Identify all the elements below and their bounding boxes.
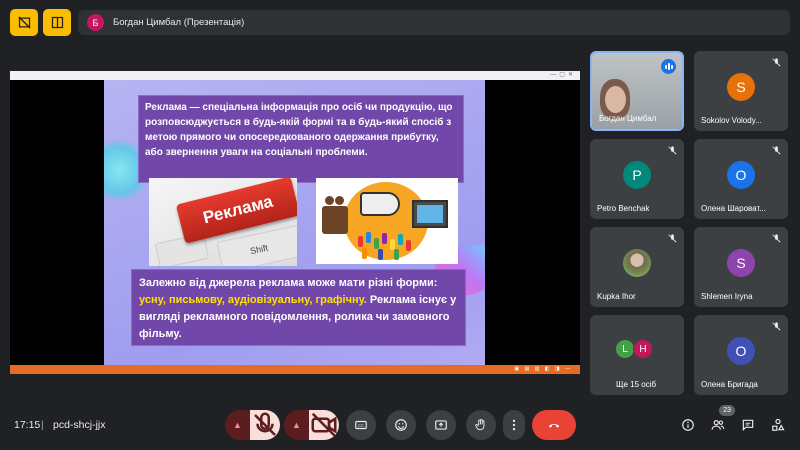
advertising-illustration (316, 178, 458, 264)
hang-up-icon (548, 423, 560, 428)
present-screen-icon (435, 420, 447, 430)
hand-icon (475, 418, 485, 431)
captions-button[interactable]: CC (346, 410, 376, 440)
reactions-button[interactable] (386, 410, 416, 440)
film-projector-icon (322, 196, 348, 234)
audio-options-button[interactable]: ▲ (225, 410, 250, 440)
definition-text: Реклама — спеціальна інформація про осіб… (145, 102, 453, 158)
chevron-up-icon: ▲ (233, 420, 242, 430)
mic-off-icon (254, 412, 276, 436)
video-options-button[interactable]: ▲ (284, 410, 309, 440)
participant-name: Олена Шароват... (701, 204, 766, 213)
participant-avatar: P (623, 161, 651, 189)
shift-key-label: Shift (249, 242, 269, 257)
hide-tiles-button[interactable] (10, 9, 38, 36)
hide-tiles-icon (17, 16, 31, 29)
participant-avatar: L (615, 339, 635, 359)
forms-text: Залежно від джерела реклама може мати рі… (139, 275, 458, 343)
forms-intro: Залежно від джерела реклама може мати рі… (139, 277, 438, 289)
reklama-key-label: Реклама (201, 191, 275, 228)
presentation-taskbar: ▣ ▤ ▥ ◧ ◨ — (10, 365, 580, 374)
people-button[interactable] (710, 417, 726, 433)
mic-off-icon (772, 322, 781, 331)
raise-hand-button[interactable] (466, 410, 496, 440)
presenter-avatar: Б (87, 14, 104, 31)
forms-highlight: усну, письмову, аудіовізуальну, графічну… (139, 294, 367, 306)
people-icon (711, 420, 725, 430)
activities-button[interactable] (770, 417, 786, 433)
chat-icon (742, 419, 754, 432)
presentation-slide: Реклама — спеціальна інформація про осіб… (104, 80, 485, 365)
participant-tile-olena-b[interactable]: О Олена Бригада (694, 315, 788, 395)
camera-control: ▲ (284, 410, 339, 440)
participant-avatar: S (727, 73, 755, 101)
svg-text:CC: CC (358, 423, 364, 428)
taskbar-icons: ▣ ▤ ▥ ◧ ◨ — (514, 366, 572, 372)
participant-tile-olena-sh[interactable]: О Олена Шароват... (694, 139, 788, 219)
panel-icon (51, 16, 63, 29)
chevron-up-icon: ▲ (292, 420, 301, 430)
participant-tile-kupka[interactable]: Kupka Ihor (590, 227, 684, 307)
megaphone-icon (360, 192, 400, 216)
presenter-title: Богдан Цимбал (Презентація) (113, 17, 245, 28)
mic-off-icon (772, 146, 781, 155)
mic-off-icon (772, 58, 781, 67)
participant-avatar: H (633, 339, 653, 359)
more-vert-icon (512, 419, 516, 431)
crowd-icon (356, 230, 416, 260)
mic-off-icon (772, 234, 781, 243)
presenter-chip[interactable]: Б Богдан Цимбал (Презентація) (78, 10, 790, 35)
microphone-toggle-button[interactable] (250, 410, 280, 440)
participant-name: Petro Benchak (597, 204, 650, 213)
participant-tile-shlemen[interactable]: S Shlemen Iryna (694, 227, 788, 307)
participant-name: Shlemen Iryna (701, 292, 753, 301)
chat-button[interactable] (740, 417, 756, 433)
camera-toggle-button[interactable] (309, 410, 339, 440)
presentation-window-titlebar: —▢✕ (10, 71, 580, 80)
meeting-details-button[interactable] (680, 417, 696, 433)
leave-call-button[interactable] (532, 410, 576, 440)
participant-photo-avatar (623, 249, 651, 277)
participant-avatar: О (727, 337, 755, 365)
participant-tile-petro[interactable]: P Petro Benchak (590, 139, 684, 219)
forms-box: Залежно від джерела реклама може мати рі… (131, 269, 466, 346)
participant-name: Kupka Ihor (597, 292, 636, 301)
participant-name: Олена Бригада (701, 380, 758, 389)
definition-box: Реклама — спеціальна інформація про осіб… (138, 95, 464, 183)
more-participants-label: Ще 15 осіб (616, 380, 657, 389)
more-participants-tile[interactable]: L H Ще 15 осіб (590, 315, 684, 395)
participant-tile-sokolov[interactable]: S Sokolov Volody... (694, 51, 788, 131)
sidebar-toggle-button[interactable] (43, 9, 71, 36)
meeting-clock: 17:15 (14, 419, 41, 431)
info-icon (682, 419, 694, 431)
participant-name: Sokolov Volody... (701, 116, 762, 125)
participant-name: Богдан Цимбал (599, 114, 657, 123)
present-screen-button[interactable] (426, 410, 456, 440)
mic-off-icon (668, 146, 677, 155)
meeting-code: pcd-shcj-jjx (53, 419, 106, 431)
participant-avatar: S (727, 249, 755, 277)
emoji-icon (395, 419, 407, 431)
microphone-control: ▲ (225, 410, 280, 440)
closed-captions-icon: CC (355, 420, 367, 430)
participants-count-badge: 23 (719, 405, 735, 416)
participant-avatar: О (727, 161, 755, 189)
laptop-icon (412, 200, 448, 228)
window-controls: —▢✕ (550, 72, 576, 78)
participant-tile-bohdan[interactable]: Богдан Цимбал (590, 51, 684, 131)
camera-off-icon (311, 412, 337, 438)
mic-off-icon (668, 234, 677, 243)
separator: | (41, 419, 44, 431)
activities-icon (772, 418, 785, 431)
speaking-indicator-icon (661, 59, 676, 74)
keyboard-image: Shift Реклама (149, 178, 297, 266)
shared-screen: —▢✕ Реклама — спеціальна інформація про … (10, 71, 580, 374)
more-options-button[interactable] (503, 410, 525, 440)
